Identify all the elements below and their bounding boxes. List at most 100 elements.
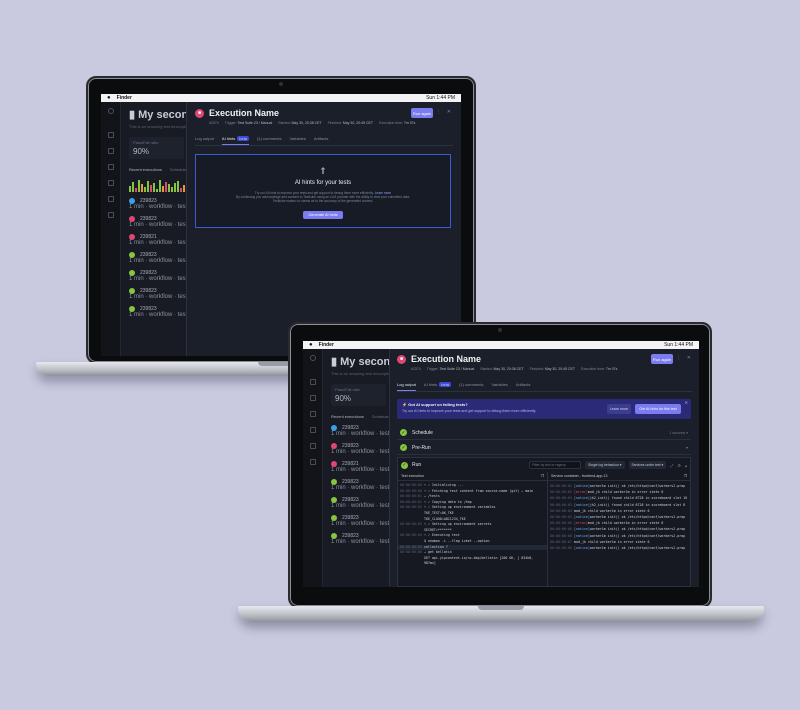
chart-bar <box>153 183 155 192</box>
more-icon[interactable]: ⋮ <box>676 355 681 361</box>
chart-bar <box>135 188 137 192</box>
started-label: Started: <box>278 121 291 125</box>
tab-ai-hints[interactable]: AI hints beta <box>221 136 250 145</box>
chart-bar <box>156 189 158 192</box>
plug-icon[interactable] <box>107 196 114 202</box>
gear-icon[interactable] <box>309 411 316 417</box>
service-container-title: Service container - frontend-app-13 <box>551 474 608 478</box>
back-screen: ● Finder Sun 1:44 PM ▮ My secon This is … <box>101 94 461 356</box>
log-filter-input[interactable] <box>529 461 582 469</box>
expand-icon[interactable]: ⤢ <box>670 463 673 468</box>
tab-log-output[interactable]: Log output <box>397 382 416 391</box>
stage-schedule-name: Schedule <box>412 429 433 436</box>
gear-icon[interactable] <box>107 164 114 170</box>
list-icon[interactable] <box>309 427 316 433</box>
tag-icon[interactable] <box>309 459 316 465</box>
tab-variables[interactable]: Variables <box>290 136 306 145</box>
exec-time-label: Execution time: <box>378 121 403 125</box>
log-behaviour-value: Single log behaviour <box>588 463 619 467</box>
execution-panel: ■ Execution Name #2374 Trigger: Test Sui… <box>186 102 461 356</box>
settings-icon[interactable]: ⚙ <box>677 463 681 468</box>
tab-ai-hints[interactable]: AI hints beta <box>424 382 452 391</box>
chart-bar <box>174 183 176 192</box>
nav-rail <box>303 349 323 587</box>
log-timestamp: 00:00:00:08 <box>550 546 572 551</box>
banner-close-icon[interactable]: ✕ <box>685 400 688 405</box>
stage-schedule-duration: 1 seconds ▾ <box>669 430 688 435</box>
pass-ratio-label: Pass/Fail ratio <box>133 140 159 145</box>
tab-ai-hints-label: AI hints <box>221 136 236 141</box>
tab-schedule[interactable]: Schedule <box>372 414 389 419</box>
log-tag: [notice] <box>574 546 590 551</box>
ai-hints-title: AI hints for your tests <box>294 180 352 186</box>
menubar-time[interactable]: Sun 1:44 PM <box>664 342 693 348</box>
rocket-icon: ⇑ <box>319 166 327 176</box>
menubar-time[interactable]: Sun 1:44 PM <box>426 95 455 101</box>
chart-bar <box>141 184 143 192</box>
tab-recent-executions[interactable]: Recent executions <box>129 167 162 172</box>
tab-recent-executions[interactable]: Recent executions <box>331 414 364 419</box>
execution-meta: #2374 Trigger: Test Suite 23 / Manual St… <box>411 367 692 371</box>
apple-icon[interactable]: ● <box>107 95 111 101</box>
front-screen: ● Finder Sun 1:44 PM ▮ My secon This is … <box>303 341 699 587</box>
get-ai-hints-button[interactable]: Get AI hints for this test <box>635 404 681 414</box>
chevron-up-icon[interactable]: ▴ <box>685 463 687 468</box>
failed-status-icon: ■ <box>195 108 204 118</box>
tab-comments[interactable]: (1) comments <box>257 136 281 145</box>
ai-hints-description: Try our AI hints to improve your tests a… <box>196 191 450 203</box>
chevron-down-icon[interactable]: ▾ <box>686 445 688 450</box>
run-again-button[interactable]: Run again <box>411 108 433 118</box>
chart-bar <box>171 187 173 192</box>
tab-log-output[interactable]: Log output <box>195 136 214 145</box>
finished-value: May 30, 20:45 CET <box>544 367 575 371</box>
stage-pre-run-name: Pre-Run <box>412 444 431 451</box>
chart-bar <box>144 187 146 192</box>
chart-bar <box>147 181 149 192</box>
list-icon[interactable] <box>107 180 114 186</box>
passed-icon: ✓ <box>401 461 408 469</box>
execution-panel: ■ Execution Name #2374 Trigger: Test Sui… <box>389 349 699 587</box>
copy-icon[interactable]: ❐ <box>684 474 687 478</box>
stage-pre-run[interactable]: ✓ Pre-Run ▾ <box>397 441 691 455</box>
tab-variables[interactable]: Variables <box>492 382 508 391</box>
chart-bar <box>150 185 152 192</box>
tab-comments[interactable]: (1) comments <box>459 382 483 391</box>
tag-icon[interactable] <box>107 212 114 218</box>
trigger-value: Test Suite 23 / Manual <box>237 121 273 125</box>
test-execution-title: Test execution <box>401 474 424 478</box>
tab-schedule[interactable]: Schedule <box>170 167 187 172</box>
shield-icon[interactable] <box>309 395 316 401</box>
finished-label: Finished: <box>327 121 342 125</box>
services-dropdown[interactable]: Services under test ▾ <box>628 461 667 469</box>
test-execution-header: Test execution ❐ <box>398 472 547 481</box>
file-icon[interactable] <box>309 379 316 385</box>
beta-badge: beta <box>439 382 452 387</box>
log-text: ⚡ ✓ Fetching test content from source-na… <box>424 488 534 493</box>
shield-icon[interactable] <box>107 148 114 154</box>
log-text: GET api.yipcontent.io/ns-bbp/bellatin [2… <box>424 555 534 560</box>
banner-learn-more-button[interactable]: Learn more <box>607 404 631 414</box>
camera <box>279 82 283 86</box>
more-icon[interactable]: ⋮ <box>436 109 441 115</box>
close-icon[interactable]: ✕ <box>447 109 451 115</box>
tab-artifacts[interactable]: Artifacts <box>516 382 530 391</box>
logo-icon[interactable] <box>107 108 114 114</box>
menubar: ● Finder Sun 1:44 PM <box>101 94 461 102</box>
logo-icon[interactable] <box>309 355 316 361</box>
copy-icon[interactable]: ❐ <box>541 474 544 478</box>
file-icon[interactable] <box>107 132 114 138</box>
chart-bar <box>138 180 140 192</box>
menubar-app[interactable]: Finder <box>319 342 334 348</box>
run-again-button[interactable]: Run again <box>651 354 673 364</box>
service-container-log: Service container - frontend-app-13 ❐ 00… <box>548 472 690 587</box>
generate-ai-hints-button[interactable]: Generate AI hints <box>303 211 343 219</box>
plug-icon[interactable] <box>309 443 316 449</box>
log-behaviour-dropdown[interactable]: Single log behaviour ▾ <box>585 461 625 469</box>
tab-artifacts[interactable]: Artifacts <box>314 136 328 145</box>
services-value: Services under test <box>631 463 661 467</box>
close-icon[interactable]: ✕ <box>687 355 691 361</box>
menubar-app[interactable]: Finder <box>117 95 132 101</box>
run-section: ✓ Run Single log behaviour ▾ Services un… <box>397 457 691 587</box>
stage-schedule[interactable]: ✓ Schedule 1 seconds ▾ <box>397 426 691 440</box>
apple-icon[interactable]: ● <box>309 342 313 348</box>
